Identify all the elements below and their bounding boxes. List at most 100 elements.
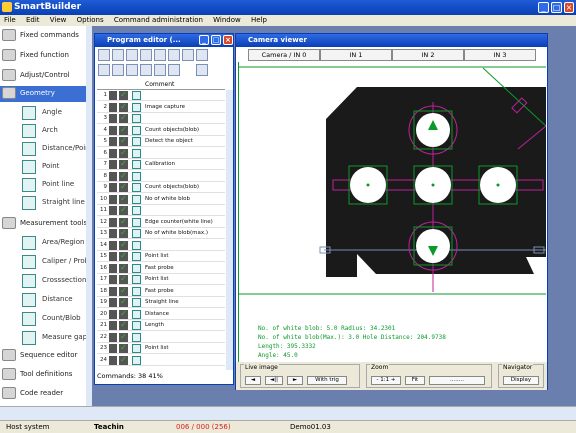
- cut-icon[interactable]: [126, 49, 138, 61]
- program-editor-maximize-button[interactable]: □: [211, 35, 221, 45]
- copy-icon[interactable]: [140, 49, 152, 61]
- live-play-button[interactable]: ►: [287, 376, 303, 385]
- close-button[interactable]: ×: [564, 2, 574, 13]
- teach-toggle[interactable]: [109, 332, 117, 342]
- category-sequence-editor[interactable]: Sequence editor: [0, 348, 92, 364]
- tab-in3[interactable]: IN 3: [464, 49, 536, 61]
- tab-in1[interactable]: IN 1: [320, 49, 392, 61]
- category-measurement-tools[interactable]: Measurement tools: [0, 216, 92, 232]
- teach-toggle[interactable]: [109, 217, 117, 227]
- teach-toggle[interactable]: [109, 344, 117, 353]
- measure-crosssection[interactable]: Crosssection: [18, 272, 92, 290]
- program-row[interactable]: 12 ✓ Edge counter(white line): [97, 217, 225, 228]
- program-row[interactable]: 14 ✓: [97, 240, 225, 251]
- open-icon[interactable]: [98, 49, 110, 61]
- menu-view[interactable]: View: [50, 15, 67, 26]
- teach-toggle[interactable]: [109, 240, 117, 250]
- insert-icon[interactable]: [140, 64, 152, 76]
- geometry-distance-point[interactable]: Distance/Point: [18, 140, 92, 158]
- program-row[interactable]: 5 ✓ Detect the object: [97, 136, 225, 147]
- teach-toggle[interactable]: [109, 160, 117, 169]
- category-geometry[interactable]: Geometry: [0, 86, 92, 102]
- move-up-icon[interactable]: [154, 64, 166, 76]
- geometry-point-line[interactable]: Point line: [18, 176, 92, 194]
- category-fixed-commands[interactable]: Fixed commands: [0, 28, 92, 44]
- run-icon[interactable]: [112, 64, 124, 76]
- measure-count-blob[interactable]: Count/Blob: [18, 310, 92, 328]
- display-checkbox[interactable]: Display: [503, 376, 539, 385]
- program-row[interactable]: 22 ✓: [97, 332, 225, 343]
- teach-toggle[interactable]: [109, 114, 117, 123]
- program-row[interactable]: 23 ✓ Point list: [97, 343, 225, 354]
- geometry-point[interactable]: Point: [18, 158, 92, 176]
- enabled-checkbox[interactable]: ✓: [119, 91, 128, 100]
- program-row[interactable]: 17 ✓ Point list: [97, 274, 225, 285]
- enabled-checkbox[interactable]: ✓: [119, 125, 128, 135]
- category-code-reader[interactable]: Code reader: [0, 386, 92, 402]
- menu-window[interactable]: Window: [213, 15, 241, 26]
- column-comment[interactable]: Comment: [145, 81, 174, 88]
- move-down-icon[interactable]: [168, 64, 180, 76]
- measure-distance[interactable]: Distance: [18, 291, 92, 309]
- enabled-checkbox[interactable]: ✓: [119, 344, 128, 353]
- enabled-checkbox[interactable]: ✓: [119, 252, 128, 261]
- teach-toggle[interactable]: [109, 148, 117, 158]
- enabled-checkbox[interactable]: ✓: [119, 355, 128, 365]
- teach-toggle[interactable]: [109, 137, 117, 146]
- program-row[interactable]: 18 ✓ Fast probe: [97, 286, 225, 297]
- live-pause-button[interactable]: ◄||: [265, 376, 283, 385]
- program-row[interactable]: 16 ✓ Fast probe: [97, 263, 225, 274]
- teach-toggle[interactable]: [109, 125, 117, 135]
- measure-caliper[interactable]: Caliper / Probe: [18, 253, 93, 271]
- enabled-checkbox[interactable]: ✓: [119, 332, 128, 342]
- enabled-checkbox[interactable]: ✓: [119, 171, 128, 181]
- workspace-scrollbar[interactable]: [0, 406, 576, 420]
- teach-toggle[interactable]: [109, 286, 117, 296]
- category-fixed-function[interactable]: Fixed function: [0, 48, 92, 64]
- teach-toggle[interactable]: [109, 309, 117, 319]
- enabled-checkbox[interactable]: ✓: [119, 263, 128, 273]
- tab-in2[interactable]: IN 2: [392, 49, 464, 61]
- enabled-checkbox[interactable]: ✓: [119, 206, 128, 215]
- redo-icon[interactable]: [196, 49, 208, 61]
- enabled-checkbox[interactable]: ✓: [119, 137, 128, 146]
- live-prev-button[interactable]: ◄: [245, 376, 261, 385]
- program-editor-titlebar[interactable]: Program editor (... _ □ ×: [95, 34, 233, 47]
- enabled-checkbox[interactable]: ✓: [119, 114, 128, 123]
- program-row[interactable]: 8 ✓: [97, 171, 225, 182]
- teach-toggle[interactable]: [109, 206, 117, 215]
- teach-toggle[interactable]: [109, 194, 117, 204]
- menu-edit[interactable]: Edit: [26, 15, 40, 26]
- enabled-checkbox[interactable]: ✓: [119, 298, 128, 307]
- teach-toggle[interactable]: [109, 171, 117, 181]
- teach-toggle[interactable]: [109, 355, 117, 365]
- program-row[interactable]: 24 ✓: [97, 355, 225, 366]
- zoom-stepper[interactable]: - 1:1 +: [371, 376, 401, 385]
- enabled-checkbox[interactable]: ✓: [119, 321, 128, 330]
- program-row[interactable]: 9 ✓ Count objects(blob): [97, 182, 225, 193]
- menu-command-administration[interactable]: Command administration: [114, 15, 203, 26]
- teach-toggle[interactable]: [109, 275, 117, 284]
- with-trig-checkbox[interactable]: With trig: [307, 376, 347, 385]
- minimize-button[interactable]: _: [538, 2, 549, 13]
- program-row[interactable]: 7 ✓ Calibration: [97, 159, 225, 170]
- camera-viewer-titlebar[interactable]: Camera viewer: [236, 34, 547, 47]
- category-adjust-control[interactable]: Adjust/Control: [0, 68, 92, 84]
- teach-toggle[interactable]: [109, 252, 117, 261]
- enabled-checkbox[interactable]: ✓: [119, 309, 128, 319]
- undo-icon[interactable]: [182, 49, 194, 61]
- program-row[interactable]: 13 ✓ No of white blob(max.): [97, 228, 225, 239]
- geometry-arch[interactable]: Arch: [18, 122, 92, 140]
- teach-toggle[interactable]: [109, 263, 117, 273]
- teach-icon[interactable]: [126, 64, 138, 76]
- program-row[interactable]: 19 ✓ Straight line: [97, 297, 225, 308]
- program-row[interactable]: 21 ✓ Length: [97, 320, 225, 331]
- program-row[interactable]: 15 ✓ Point list: [97, 251, 225, 262]
- program-row[interactable]: 10 ✓ No of white blob: [97, 194, 225, 205]
- program-scrollbar[interactable]: [226, 90, 233, 370]
- program-row[interactable]: 20 ✓ Distance: [97, 309, 225, 320]
- teach-toggle[interactable]: [109, 321, 117, 330]
- tab-camera-in0[interactable]: Camera / IN 0: [248, 49, 320, 61]
- zoom-fit-button[interactable]: Fit: [405, 376, 425, 385]
- measure-gap[interactable]: Measure gap...: [18, 329, 94, 347]
